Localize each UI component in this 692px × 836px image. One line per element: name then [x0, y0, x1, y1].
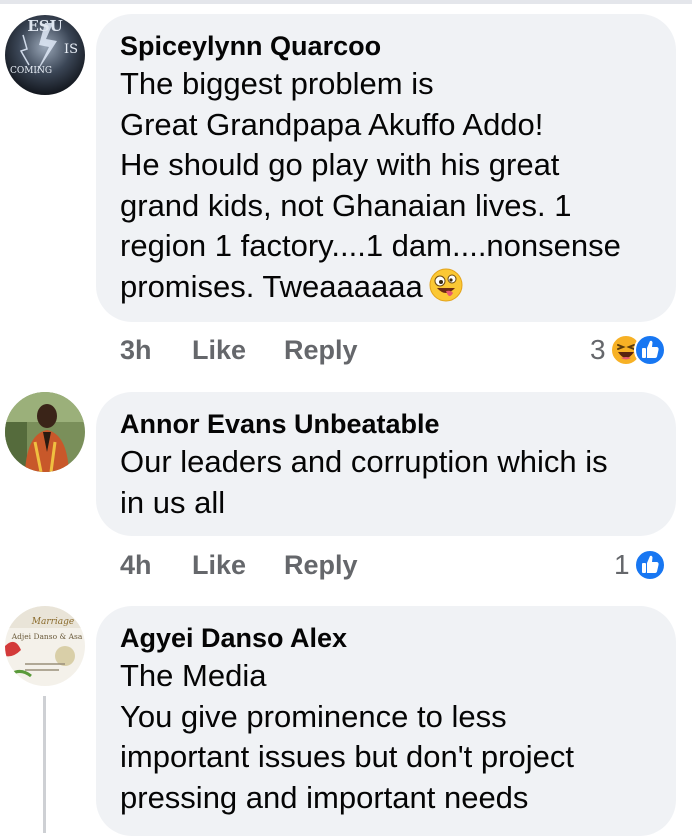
reply-button[interactable]: Reply [284, 330, 358, 370]
reaction-count: 3 [590, 334, 606, 365]
like-button[interactable]: Like [192, 545, 246, 585]
comment-2: Annor Evans Unbeatable Our leaders and c… [0, 380, 692, 600]
svg-text:IS: IS [64, 42, 78, 57]
comment-author[interactable]: Annor Evans Unbeatable [120, 408, 652, 440]
avatar-storm-image: ESU IS COMING [5, 15, 85, 95]
svg-text:ESU: ESU [27, 17, 62, 35]
reaction-count: 1 [614, 549, 630, 580]
comment-bubble: Annor Evans Unbeatable Our leaders and c… [96, 392, 676, 536]
avatar[interactable]: Marriage Adjei Danso & Asa [5, 606, 85, 686]
comment-bubble: Spiceylynn Quarcoo The biggest problem i… [96, 14, 676, 322]
svg-text:COMING: COMING [10, 66, 52, 76]
like-icon [634, 549, 666, 581]
zany-face-emoji-icon [429, 268, 463, 301]
reaction-summary[interactable]: 3 [576, 330, 676, 370]
comment-text: The biggest problem is Great Grandpapa A… [120, 66, 621, 304]
avatar-photo-person [5, 392, 85, 472]
comment-time[interactable]: 3h [120, 330, 152, 370]
like-button[interactable]: Like [192, 330, 246, 370]
comment-1: ESU IS COMING Spiceylynn Quarcoo The big… [0, 0, 692, 380]
comment-text: The Media You give prominence to less im… [120, 658, 574, 815]
comment-bubble: Agyei Danso Alex The Media You give prom… [96, 606, 676, 836]
svg-text:Marriage: Marriage [31, 617, 75, 627]
avatar[interactable]: ESU IS COMING [5, 15, 85, 95]
comment-author[interactable]: Spiceylynn Quarcoo [120, 30, 652, 62]
comment-3: Marriage Adjei Danso & Asa Agyei Danso A… [0, 600, 692, 836]
comment-actions: 3h Like Reply [120, 330, 420, 370]
comment-text: Our leaders and corruption which is in u… [120, 444, 608, 520]
avatar-wedding-card-image: Marriage Adjei Danso & Asa [5, 606, 85, 686]
reply-thread-line [43, 696, 46, 833]
comment-author[interactable]: Agyei Danso Alex [120, 622, 652, 654]
reaction-summary[interactable]: 1 [606, 545, 676, 585]
svg-text:Adjei Danso & Asa: Adjei Danso & Asa [11, 632, 83, 641]
reply-button[interactable]: Reply [284, 545, 358, 585]
like-icon [634, 334, 666, 366]
comment-actions: 4h Like Reply [120, 545, 420, 585]
comment-time[interactable]: 4h [120, 545, 152, 585]
avatar[interactable] [5, 392, 85, 472]
